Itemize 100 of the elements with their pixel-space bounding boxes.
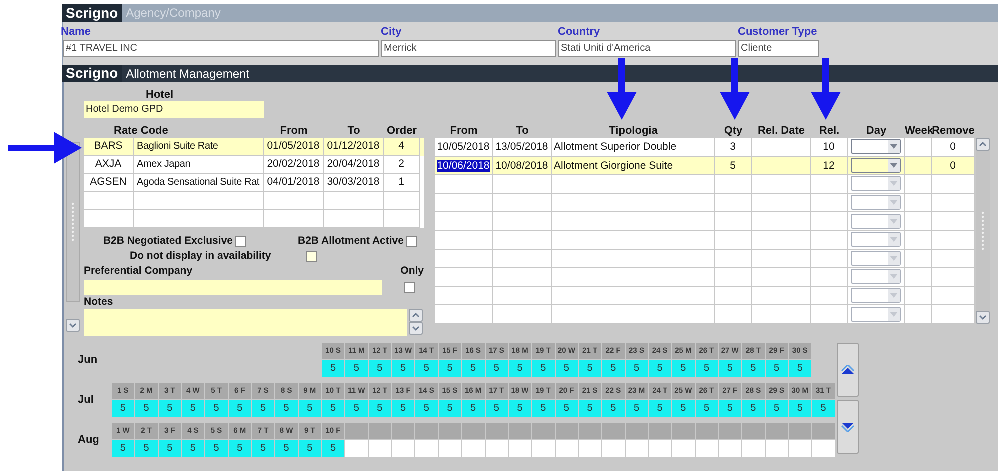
caret-icon: [890, 218, 898, 224]
allotment-count: 5: [532, 400, 555, 417]
column-header: Order: [387, 125, 417, 137]
table-cell: 30/03/2018: [327, 176, 380, 188]
table-row[interactable]: [435, 305, 975, 324]
table-row[interactable]: 10/06/2018 10/08/2018 Allotment Giorgione Suite 5 12 0: [435, 156, 975, 176]
day-dropdown[interactable]: [851, 158, 901, 173]
input-field[interactable]: [84, 280, 382, 294]
caret-icon: [890, 274, 898, 280]
annotation-arrow: [811, 58, 841, 120]
allotment-count: 5: [672, 360, 695, 377]
table-cell: 10/06/2018: [437, 160, 490, 172]
table-cell: Allotment Superior Double: [554, 141, 677, 153]
table-row[interactable]: [435, 175, 975, 194]
table-cell: 5: [730, 160, 736, 172]
allotment-count: 5: [602, 400, 625, 417]
field-label: Preferential Company: [84, 265, 193, 277]
table-cell: 20/04/2018: [327, 158, 380, 170]
column-header: To: [348, 125, 360, 137]
input-field[interactable]: Merrick: [381, 40, 556, 57]
allotment-count: 5: [345, 360, 368, 377]
checkbox[interactable]: [306, 250, 318, 262]
allotment-count: 5: [556, 360, 578, 377]
checkbox[interactable]: [406, 236, 417, 246]
allotment-count: 5: [112, 440, 134, 457]
allotment-count: 5: [718, 400, 742, 417]
allotment-count: 5: [368, 400, 392, 417]
table-row[interactable]: [435, 268, 975, 287]
month-label: Jun: [77, 354, 99, 366]
table-cell: AXJA: [95, 158, 122, 170]
checkbox[interactable]: [404, 282, 415, 292]
allotment-count: 5: [788, 360, 812, 377]
table-row[interactable]: [435, 286, 975, 306]
allotment-count: 5: [602, 360, 625, 377]
allotment-count: 5: [556, 400, 578, 417]
caret-icon: [890, 162, 898, 168]
allotment-count: 5: [345, 400, 368, 417]
column-header: Rel. Date: [758, 125, 806, 137]
input-field[interactable]: Stati Uniti d'America: [558, 40, 736, 57]
column-header: Qty: [724, 125, 743, 137]
table-row[interactable]: BARS Baglioni Suite Rate 01/05/2018 01/12/2018 4: [84, 138, 424, 156]
table-cell: AGSEN: [90, 176, 127, 188]
table-row[interactable]: 10/05/2018 13/05/2018 Allotment Superior Double 3 10 0: [435, 138, 975, 157]
input-field[interactable]: Cliente: [738, 40, 819, 57]
table-cell: 12: [823, 160, 835, 172]
input-field[interactable]: #1 TRAVEL INC: [63, 40, 379, 57]
allotment-count: 5: [508, 360, 532, 377]
scroll-down-button[interactable]: [836, 400, 859, 454]
allotment-count: 5: [812, 400, 835, 417]
scroll-down-button[interactable]: [976, 311, 990, 324]
scroll-down-button[interactable]: [409, 322, 423, 335]
allotment-count: 5: [696, 400, 718, 417]
allotment-count: 5: [766, 400, 788, 417]
caret-icon: [890, 256, 898, 261]
input-field[interactable]: Hotel Demo GPD: [84, 101, 264, 118]
checkbox-label: Do not display in availability: [130, 250, 272, 262]
field-label: Customer Type: [738, 26, 818, 40]
allotment-count: 5: [275, 400, 298, 417]
logo: Scrigno: [62, 4, 122, 22]
allotment-count: 5: [415, 400, 438, 417]
column-header: Rel.: [819, 125, 840, 137]
field-label: City: [381, 26, 403, 40]
allotment-count: 5: [298, 440, 322, 457]
scroll-up-button[interactable]: [976, 138, 990, 151]
table-cell: 01/05/2018: [267, 140, 320, 152]
table-cell: 01/12/2018: [327, 140, 380, 152]
column-header: Remove: [932, 125, 975, 137]
allotment-count: 5: [486, 360, 508, 377]
checkbox[interactable]: [235, 236, 246, 246]
table-row[interactable]: [435, 230, 975, 250]
allotment-count: 5: [112, 400, 134, 417]
scroll-up-button[interactable]: [836, 343, 859, 397]
allotment-count: 5: [205, 440, 228, 457]
table-row[interactable]: [435, 250, 975, 268]
caret-icon: [890, 312, 898, 317]
allotment-count: 5: [415, 360, 438, 377]
table-row[interactable]: [435, 212, 975, 231]
allotment-count: 5: [158, 400, 182, 417]
allotment-count: 5: [742, 360, 765, 377]
table-cell: BARS: [94, 140, 123, 152]
scroll-down-button[interactable]: [66, 319, 80, 332]
allotment-count: 5: [788, 400, 812, 417]
table-row[interactable]: [435, 194, 975, 212]
allotment-count: 5: [626, 360, 648, 377]
allotment-count: 5: [182, 400, 204, 417]
table-row[interactable]: AGSEN Agoda Sensational Suite Rat 04/01/2018 30/03/2018 1: [84, 174, 424, 192]
scroll-up-button[interactable]: [409, 309, 423, 322]
allotment-count: 5: [508, 400, 532, 417]
allotment-count: 5: [252, 440, 274, 457]
field-label: Hotel: [146, 89, 174, 101]
allotment-count: 5: [626, 400, 648, 417]
allotment-count: 5: [368, 360, 392, 377]
scrollbar[interactable]: [976, 138, 990, 324]
allotment-count: 5: [322, 360, 344, 377]
allotment-count: 5: [578, 400, 602, 417]
month-label: Aug: [77, 434, 100, 446]
scrollbar[interactable]: [66, 142, 80, 302]
table-row[interactable]: AXJA Amex Japan 20/02/2018 20/04/2018 2: [84, 156, 424, 174]
day-dropdown[interactable]: [851, 139, 901, 154]
column-header: From: [450, 125, 478, 137]
